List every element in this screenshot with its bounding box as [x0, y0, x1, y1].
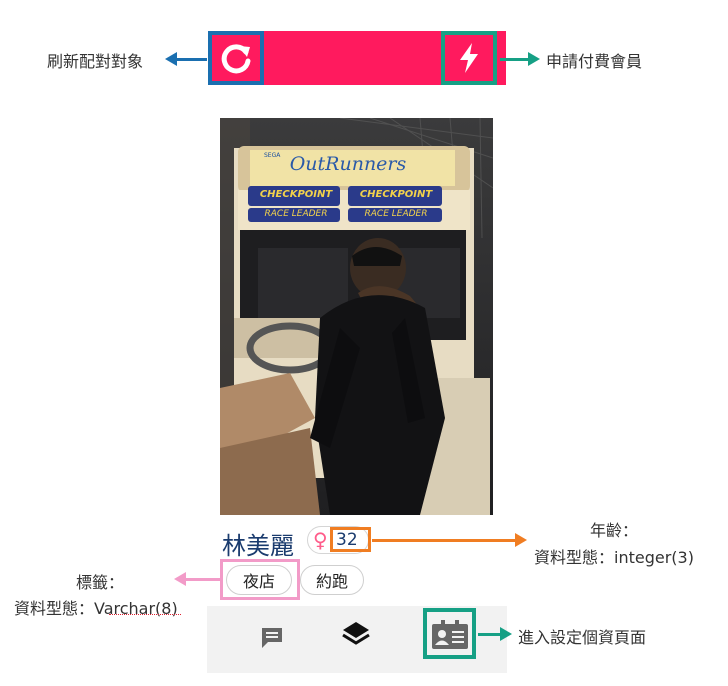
refresh-icon	[221, 44, 251, 74]
refresh-arrow	[175, 58, 207, 61]
profile-settings-button[interactable]	[423, 608, 476, 659]
premium-arrowhead	[528, 52, 540, 66]
age-annotation-type: 資料型態：integer(3)	[534, 548, 694, 567]
premium-annotation-label: 申請付費會員	[546, 52, 643, 71]
checkpoint-sign-left: CHECKPOINT	[259, 189, 333, 200]
premium-arrow	[500, 58, 530, 61]
age-annotation-title: 年齡：	[590, 521, 639, 540]
refresh-button[interactable]	[208, 31, 264, 85]
profile-photo: OutRunners SEGA CHECKPOINT CHECKPOINT RA…	[220, 118, 493, 515]
premium-button[interactable]	[441, 31, 497, 85]
age-arrowhead	[515, 533, 527, 547]
chat-icon	[262, 628, 282, 648]
tag-annotation-underline	[109, 614, 181, 615]
race-leader-sign-right: RACE LEADER	[364, 209, 428, 219]
layers-icon	[342, 622, 370, 645]
lightning-icon	[460, 43, 478, 73]
layers-button[interactable]	[341, 619, 371, 649]
race-leader-sign-left: RACE LEADER	[264, 209, 328, 219]
checkpoint-sign-right: CHECKPOINT	[359, 189, 433, 200]
tag-chip[interactable]: 夜店	[226, 565, 292, 595]
tag-chip[interactable]: 約跑	[300, 565, 364, 595]
chat-button[interactable]	[258, 624, 286, 652]
tag-annotation-title: 標籤：	[76, 573, 125, 592]
profile-name: 林美麗	[222, 532, 294, 560]
female-icon: ♀	[313, 528, 328, 552]
marquee-title: OutRunners	[289, 153, 407, 175]
age-arrow	[372, 539, 517, 542]
profile-arrow	[478, 633, 502, 636]
marquee-brand: SEGA	[264, 152, 281, 159]
age-highlight	[330, 527, 371, 552]
id-card-icon	[431, 619, 468, 649]
profile-annotation-label: 進入設定個資頁面	[518, 628, 647, 647]
tag-arrow	[184, 578, 220, 581]
profile-arrowhead	[500, 627, 512, 641]
tag-annotation-type: 資料型態：Varchar(8)	[14, 599, 178, 618]
refresh-annotation-label: 刷新配對對象	[47, 52, 144, 71]
